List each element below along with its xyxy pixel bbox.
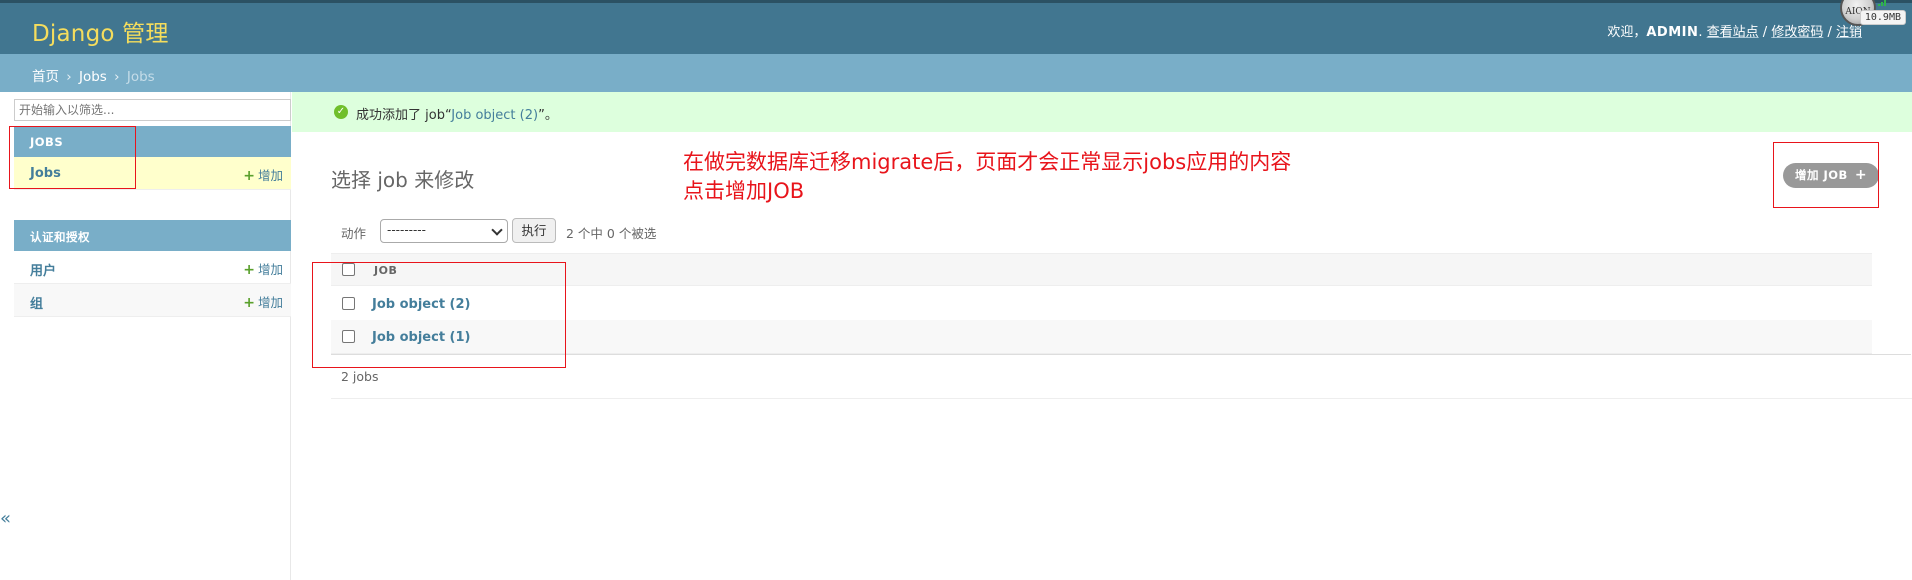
annotation-line: 在做完数据库迁移migrate后，页面才会正常显示jobs应用的内容 — [683, 150, 1292, 174]
change-password-link[interactable]: 修改密码 — [1771, 25, 1823, 40]
username: ADMIN — [1646, 25, 1699, 40]
toggle-sidebar-button[interactable]: « — [0, 508, 14, 529]
highlight-box-jobs-module — [9, 126, 136, 189]
highlight-box-add-job — [1773, 142, 1879, 208]
paginator: 2 jobs — [341, 369, 379, 384]
success-message: ✓ 成功添加了 job“Job object (2)”。 — [292, 92, 1912, 132]
action-select-value: --------- — [387, 223, 426, 237]
sidebar-item-groups[interactable]: 组 + 增加 — [14, 284, 291, 317]
sidebar-item-users[interactable]: 用户 + 增加 — [14, 251, 291, 284]
header: Django 管理 欢迎，ADMIN. 查看站点 / 修改密码 / 注销 — [0, 0, 1912, 54]
page-title: 选择 job 来修改 — [331, 168, 475, 192]
breadcrumb-separator: › — [114, 69, 120, 85]
divider — [331, 354, 1911, 355]
highlight-box-job-table — [312, 262, 566, 368]
plus-icon: + — [243, 168, 255, 184]
success-message-text: 成功添加了 job“Job object (2)”。 — [356, 104, 558, 123]
breadcrumb-home[interactable]: 首页 — [32, 69, 59, 85]
memory-badge: 10.9MB — [1859, 10, 1906, 25]
annotation-text: 在做完数据库迁移migrate后，页面才会正常显示jobs应用的内容 点击增加J… — [683, 148, 1291, 206]
add-jobs-link[interactable]: + 增加 — [243, 165, 283, 184]
sidebar-item-label[interactable]: 组 — [30, 293, 43, 312]
action-select[interactable]: --------- — [380, 219, 508, 243]
sidebar-item-label[interactable]: 用户 — [30, 260, 56, 279]
site-branding[interactable]: Django 管理 — [32, 14, 169, 48]
add-label: 增加 — [257, 262, 283, 277]
signal-icon — [1878, 0, 1888, 6]
separator: / — [1758, 25, 1772, 40]
go-button[interactable]: 执行 — [512, 218, 556, 243]
add-label: 增加 — [257, 295, 283, 310]
breadcrumb-current: Jobs — [126, 69, 155, 85]
breadcrumb-app[interactable]: Jobs — [79, 69, 107, 85]
divider — [331, 398, 1912, 399]
plus-icon: + — [243, 262, 255, 278]
welcome-text: 欢迎， — [1607, 25, 1647, 40]
message-suffix: ”。 — [538, 108, 558, 123]
view-site-link[interactable]: 查看站点 — [1707, 25, 1759, 40]
separator: / — [1823, 25, 1836, 40]
add-groups-link[interactable]: + 增加 — [243, 292, 283, 311]
success-check-icon: ✓ — [334, 105, 348, 119]
selection-counter: 2 个中 0 个被选 — [566, 226, 657, 241]
message-object-link[interactable]: Job object (2) — [451, 108, 538, 123]
actions-label: 动作 — [341, 226, 367, 241]
user-tools: 欢迎，ADMIN. 查看站点 / 修改密码 / 注销 — [1607, 25, 1862, 40]
annotation-line: 点击增加JOB — [683, 179, 805, 203]
module-caption-auth[interactable]: 认证和授权 — [14, 220, 291, 251]
breadcrumb: 首页 › Jobs › Jobs — [0, 54, 1912, 92]
plus-icon: + — [243, 295, 255, 311]
message-prefix: 成功添加了 job“ — [356, 108, 452, 123]
add-label: 增加 — [257, 168, 283, 183]
nav-filter-input[interactable] — [14, 99, 291, 121]
add-users-link[interactable]: + 增加 — [243, 259, 283, 278]
chevron-down-icon — [491, 224, 503, 236]
breadcrumb-separator: › — [66, 69, 72, 85]
